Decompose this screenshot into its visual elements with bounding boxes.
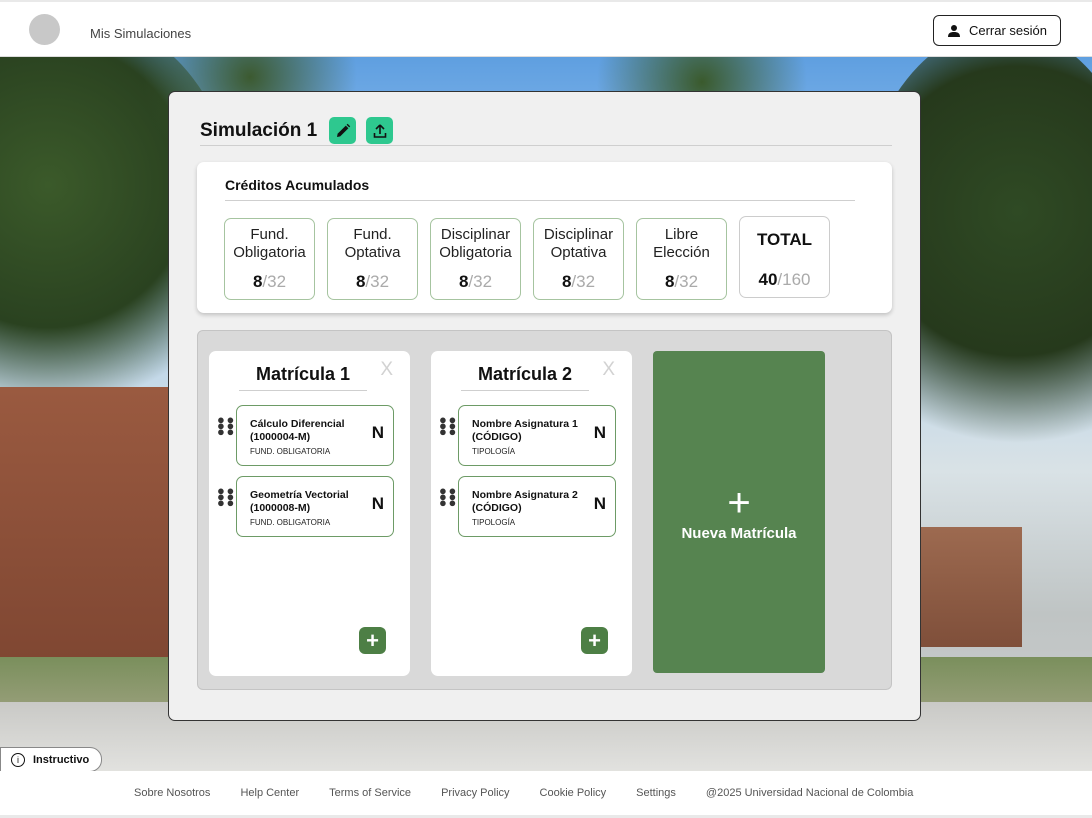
user-icon xyxy=(947,24,960,37)
new-matricula-label: Nueva Matrícula xyxy=(681,524,797,542)
credit-required: /32 xyxy=(262,272,287,291)
credit-earned: 8 xyxy=(561,272,572,291)
logout-button[interactable]: Cerrar sesión xyxy=(933,15,1061,46)
edit-button[interactable] xyxy=(329,117,357,144)
drag-handle-icon[interactable]: ● ● ● ● ● ● xyxy=(439,413,456,438)
new-matricula-button[interactable]: + Nueva Matrícula xyxy=(653,351,825,673)
plus-icon: + xyxy=(588,627,601,653)
drag-handle-icon[interactable]: ● ● ● ● ● ● xyxy=(439,484,456,509)
footer-link-privacy[interactable]: Privacy Policy xyxy=(441,787,509,799)
credit-label-line1: Fund. xyxy=(250,226,289,243)
subject-grade[interactable]: N xyxy=(372,494,384,514)
footer-link-settings[interactable]: Settings xyxy=(636,787,676,799)
credit-required: /32 xyxy=(571,272,596,291)
plus-icon: + xyxy=(366,627,379,653)
credit-card-fund-obligatoria: Fund. Obligatoria 8/32 xyxy=(224,218,315,300)
credit-label-line2: Obligatoria xyxy=(233,244,306,261)
subject-card[interactable]: ● ● ● ● ● ● Cálculo Diferencial (1000004-M… xyxy=(217,405,394,466)
instructivo-button[interactable]: i Instructivo xyxy=(0,747,102,772)
credits-title: Créditos Acumulados xyxy=(225,177,855,201)
avatar[interactable] xyxy=(29,14,60,45)
credit-total-required: /160 xyxy=(777,270,811,289)
subject-grade[interactable]: N xyxy=(372,423,384,443)
instructivo-label: Instructivo xyxy=(33,753,90,766)
credit-label-line2: Optativa xyxy=(550,244,607,261)
info-icon: i xyxy=(11,752,25,767)
matricula-column-1: Matrícula 1 X ● ● ● ● ● ● Cálculo Diferenc… xyxy=(209,351,410,676)
add-subject-button[interactable]: + xyxy=(359,627,386,654)
subject-card[interactable]: ● ● ● ● ● ● Nombre Asignatura 1 (CÓDIGO) T… xyxy=(439,405,616,466)
drag-handle-icon[interactable]: ● ● ● ● ● ● xyxy=(217,413,234,438)
subject-name: Geometría Vectorial (1000008-M) xyxy=(250,489,349,514)
credit-earned: 8 xyxy=(458,272,469,291)
top-bar: Mis Simulaciones Cerrar sesión xyxy=(0,0,1092,57)
subject-grade[interactable]: N xyxy=(594,423,606,443)
subject-name: Cálculo Diferencial (1000004-M) xyxy=(250,418,345,443)
credits-summary: Créditos Acumulados Fund. Obligatoria 8/3… xyxy=(197,162,892,313)
credit-total-label: TOTAL xyxy=(756,230,813,249)
subject-type: TIPOLOGÍA xyxy=(472,447,516,456)
logout-label: Cerrar sesión xyxy=(968,23,1048,38)
credit-label-line1: Disciplinar xyxy=(440,226,511,243)
credit-earned: 8 xyxy=(664,272,675,291)
plus-icon: + xyxy=(727,480,751,525)
credit-label-line1: Fund. xyxy=(353,226,392,243)
subject-name: Nombre Asignatura 1 (CÓDIGO) xyxy=(472,418,578,443)
credit-earned: 8 xyxy=(355,272,366,291)
credit-card-disciplinar-obligatoria: Disciplinar Obligatoria 8/32 xyxy=(430,218,521,300)
matricula-column-2: Matrícula 2 X ● ● ● ● ● ● Nombre Asignatur… xyxy=(431,351,632,676)
close-matricula-button[interactable]: X xyxy=(602,359,615,381)
footer-link-help-center[interactable]: Help Center xyxy=(240,787,299,799)
simulation-header: Simulación 1 xyxy=(200,116,892,146)
app-title[interactable]: Mis Simulaciones xyxy=(90,26,191,41)
matriculas-board: Matrícula 1 X ● ● ● ● ● ● Cálculo Diferenc… xyxy=(197,330,892,690)
credit-label-line1: Disciplinar xyxy=(543,226,614,243)
upload-icon xyxy=(373,123,387,138)
close-matricula-button[interactable]: X xyxy=(380,359,393,381)
footer-link-cookies[interactable]: Cookie Policy xyxy=(540,787,607,799)
credit-card-disciplinar-optativa: Disciplinar Optativa 8/32 xyxy=(533,218,624,300)
pencil-icon xyxy=(336,123,350,137)
export-button[interactable] xyxy=(366,117,394,144)
subject-grade[interactable]: N xyxy=(594,494,606,514)
drag-handle-icon[interactable]: ● ● ● ● ● ● xyxy=(217,484,234,509)
credit-label-line1: Libre xyxy=(664,226,699,243)
credit-required: /32 xyxy=(365,272,390,291)
credit-card-total: TOTAL 40/160 xyxy=(739,216,830,298)
subject-type: FUND. OBLIGATORIA xyxy=(250,518,331,527)
subject-type: TIPOLOGÍA xyxy=(472,518,516,527)
copyright: @2025 Universidad Nacional de Colombia xyxy=(705,787,914,799)
simulation-panel: Simulación 1 Créditos Acumulados Fund. Ob… xyxy=(168,91,921,721)
matricula-title: Matrícula 1 xyxy=(239,364,367,391)
credit-label-line2: Obligatoria xyxy=(439,244,512,261)
credit-card-fund-optativa: Fund. Optativa 8/32 xyxy=(327,218,418,300)
credit-label-line2: Elección xyxy=(653,244,710,261)
footer: Sobre Nosotros Help Center Terms of Serv… xyxy=(0,771,1092,818)
subject-type: FUND. OBLIGATORIA xyxy=(250,447,331,456)
credit-card-libre-eleccion: Libre Elección 8/32 xyxy=(636,218,727,300)
footer-link-sobre-nosotros[interactable]: Sobre Nosotros xyxy=(134,787,210,799)
credit-earned: 8 xyxy=(252,272,263,291)
matricula-title: Matrícula 2 xyxy=(461,364,589,391)
add-subject-button[interactable]: + xyxy=(581,627,608,654)
credit-total-earned: 40 xyxy=(758,270,778,289)
footer-link-terms[interactable]: Terms of Service xyxy=(329,787,411,799)
credit-required: /32 xyxy=(674,272,699,291)
subject-card[interactable]: ● ● ● ● ● ● Nombre Asignatura 2 (CÓDIGO) T… xyxy=(439,476,616,537)
subject-card[interactable]: ● ● ● ● ● ● Geometría Vectorial (1000008-M… xyxy=(217,476,394,537)
credit-label-line2: Optativa xyxy=(344,244,401,261)
subject-name: Nombre Asignatura 2 (CÓDIGO) xyxy=(472,489,578,514)
simulation-title: Simulación 1 xyxy=(200,119,318,141)
credit-required: /32 xyxy=(468,272,493,291)
